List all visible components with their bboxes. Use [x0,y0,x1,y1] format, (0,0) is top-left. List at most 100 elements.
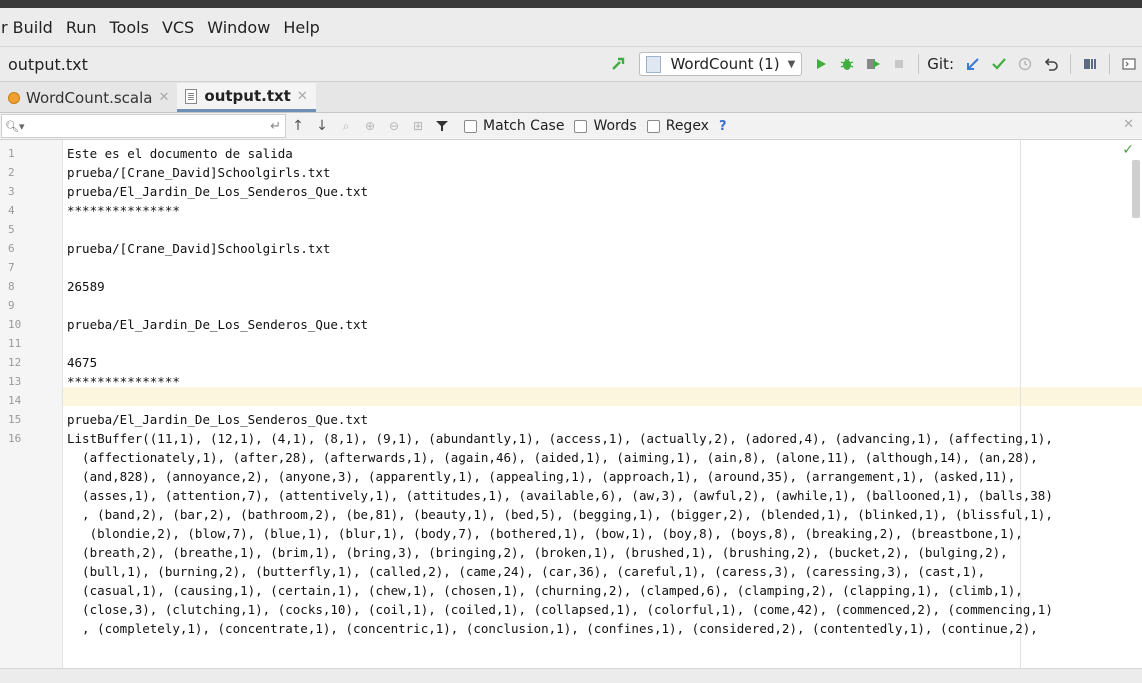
line-number: 16 [8,432,22,445]
line-number: 3 [8,185,15,198]
regex-label: Regex [665,118,709,134]
code-line[interactable]: (and,828), (annoyance,2), (anyone,3), (a… [67,467,1117,486]
code-line[interactable]: prueba/El_Jardin_De_Los_Senderos_Que.txt [67,182,1117,201]
words-label: Words [593,118,637,134]
code-line[interactable]: 4675 [67,353,1117,372]
code-line[interactable]: prueba/[Crane_David]Schoolgirls.txt [67,163,1117,182]
code-line[interactable]: (close,3), (clutching,1), (cocks,10), (c… [67,600,1117,619]
tab-output-txt[interactable]: output.txt ✕ [177,83,316,112]
toolbar-separator-3 [1109,54,1110,74]
search-input[interactable] [24,116,271,136]
code-line[interactable]: ListBuffer((11,1), (12,1), (4,1), (8,1),… [67,429,1117,448]
menu-run[interactable]: Run [66,18,97,37]
code-line[interactable]: (breath,2), (breathe,1), (brim,1), (brin… [67,543,1117,562]
tab-wordcount-scala[interactable]: WordCount.scala ✕ [0,83,177,112]
vertical-scrollbar[interactable] [1132,160,1140,218]
new-line-icon[interactable]: ↵ [270,119,281,134]
run-icon[interactable] [808,51,834,77]
remove-selection-icon[interactable]: ⊖ [382,115,406,137]
line-number: 9 [8,299,15,312]
git-update-icon[interactable] [960,51,986,77]
toolbar-separator-2 [1070,54,1071,74]
run-coverage-icon[interactable] [860,51,886,77]
tab-label: output.txt [204,87,291,105]
match-case-checkbox[interactable]: Match Case [464,118,564,134]
line-number: 12 [8,356,22,369]
line-number: 8 [8,280,15,293]
run-config-icon [646,55,662,73]
close-icon[interactable]: ✕ [1123,117,1134,132]
line-number: 2 [8,166,15,179]
project-structure-icon[interactable] [1077,51,1103,77]
scala-file-icon [8,91,20,104]
git-rollback-icon[interactable] [1038,51,1064,77]
menu-window[interactable]: Window [207,18,270,37]
match-case-label: Match Case [483,118,565,134]
code-line[interactable]: 26589 [67,277,1117,296]
code-line[interactable]: *************** [67,372,1117,391]
navigation-bar: output.txt WordCount (1) ▼ Git: [0,47,1142,82]
code-line[interactable]: (blondie,2), (blow,7), (blue,1), (blur,1… [67,524,1117,543]
search-icon[interactable]: 🔍︎▾ [5,120,25,133]
chevron-down-icon: ▼ [787,58,796,70]
terminal-icon[interactable] [1116,51,1142,77]
close-icon[interactable]: ✕ [158,90,169,105]
line-number: 7 [8,261,15,274]
code-line[interactable]: prueba/El_Jardin_De_Los_Senderos_Que.txt [67,315,1117,334]
find-bar: 🔍︎▾ ↵ ↑ ↓ ⌕ ⊕ ⊖ ⊞ Match Case Words Regex… [0,113,1142,140]
menu-bar: r Build Run Tools VCS Window Help [0,8,1142,47]
add-selection-icon[interactable]: ⊕ [358,115,382,137]
menu-vcs[interactable]: VCS [162,18,194,37]
build-hammer-icon[interactable] [605,51,631,77]
checkbox-box[interactable] [574,119,588,133]
filter-icon[interactable] [430,115,454,137]
stop-icon[interactable] [886,51,912,77]
git-commit-icon[interactable] [986,51,1012,77]
checkbox-box[interactable] [646,119,660,133]
code-line[interactable]: , (completely,1), (concentrate,1), (conc… [67,619,1117,638]
breadcrumb[interactable]: output.txt [8,55,88,74]
regex-help-link[interactable]: ? [719,119,727,134]
code-editor[interactable]: 1 2 3 4 5 6 7 8 9 10 11 12 13 14 15 16 Este es el docume… [0,140,1142,668]
run-configuration-select[interactable]: WordCount (1) ▼ [639,52,803,76]
checkbox-box[interactable] [464,119,477,133]
search-field-container: 🔍︎▾ ↵ [1,114,286,138]
line-number: 13 [8,375,22,388]
words-checkbox[interactable]: Words [574,118,637,134]
code-line[interactable]: *************** [67,201,1117,220]
line-number: 4 [8,204,15,217]
regex-checkbox[interactable]: Regex [646,118,709,134]
editor-tab-bar: WordCount.scala ✕ output.txt ✕ [0,82,1142,113]
line-number: 14 [8,394,22,407]
code-line[interactable]: , (band,2), (bar,2), (bathroom,2), (be,8… [67,505,1117,524]
menu-build[interactable]: r Build [1,18,53,37]
window-top-strip [0,0,1142,8]
line-number: 15 [8,413,22,426]
inspection-ok-icon: ✓ [1122,142,1134,158]
code-line[interactable]: prueba/El_Jardin_De_Los_Senderos_Que.txt [67,410,1117,429]
code-line[interactable]: Este es el documento de salida [67,144,1117,163]
code-line[interactable]: (bull,1), (burning,2), (butterfly,1), (c… [67,562,1117,581]
line-number: 6 [8,242,15,255]
find-in-files-icon[interactable]: ⌕ [334,115,358,137]
code-line[interactable]: (affectionately,1), (after,28), (afterwa… [67,448,1117,467]
code-line[interactable]: (asses,1), (attention,7), (attentively,1… [67,486,1117,505]
line-number: 11 [8,337,22,350]
close-icon[interactable]: ✕ [297,89,308,104]
tab-label: WordCount.scala [26,88,153,107]
line-number: 10 [8,318,22,331]
line-number: 5 [8,223,15,236]
toolbar-separator [918,54,920,74]
text-file-icon [185,88,198,104]
menu-tools[interactable]: Tools [110,18,149,37]
select-all-occurrences-icon[interactable]: ⊞ [406,115,430,137]
code-line[interactable]: prueba/[Crane_David]Schoolgirls.txt [67,239,1117,258]
previous-occurrence-icon[interactable]: ↑ [286,115,310,137]
run-config-label: WordCount (1) [670,55,780,73]
code-line[interactable]: (casual,1), (causing,1), (certain,1), (c… [67,581,1117,600]
next-occurrence-icon[interactable]: ↓ [310,115,334,137]
debug-bug-icon[interactable] [834,51,860,77]
menu-help[interactable]: Help [283,18,319,37]
line-number: 1 [8,147,15,160]
git-history-icon[interactable] [1012,51,1038,77]
